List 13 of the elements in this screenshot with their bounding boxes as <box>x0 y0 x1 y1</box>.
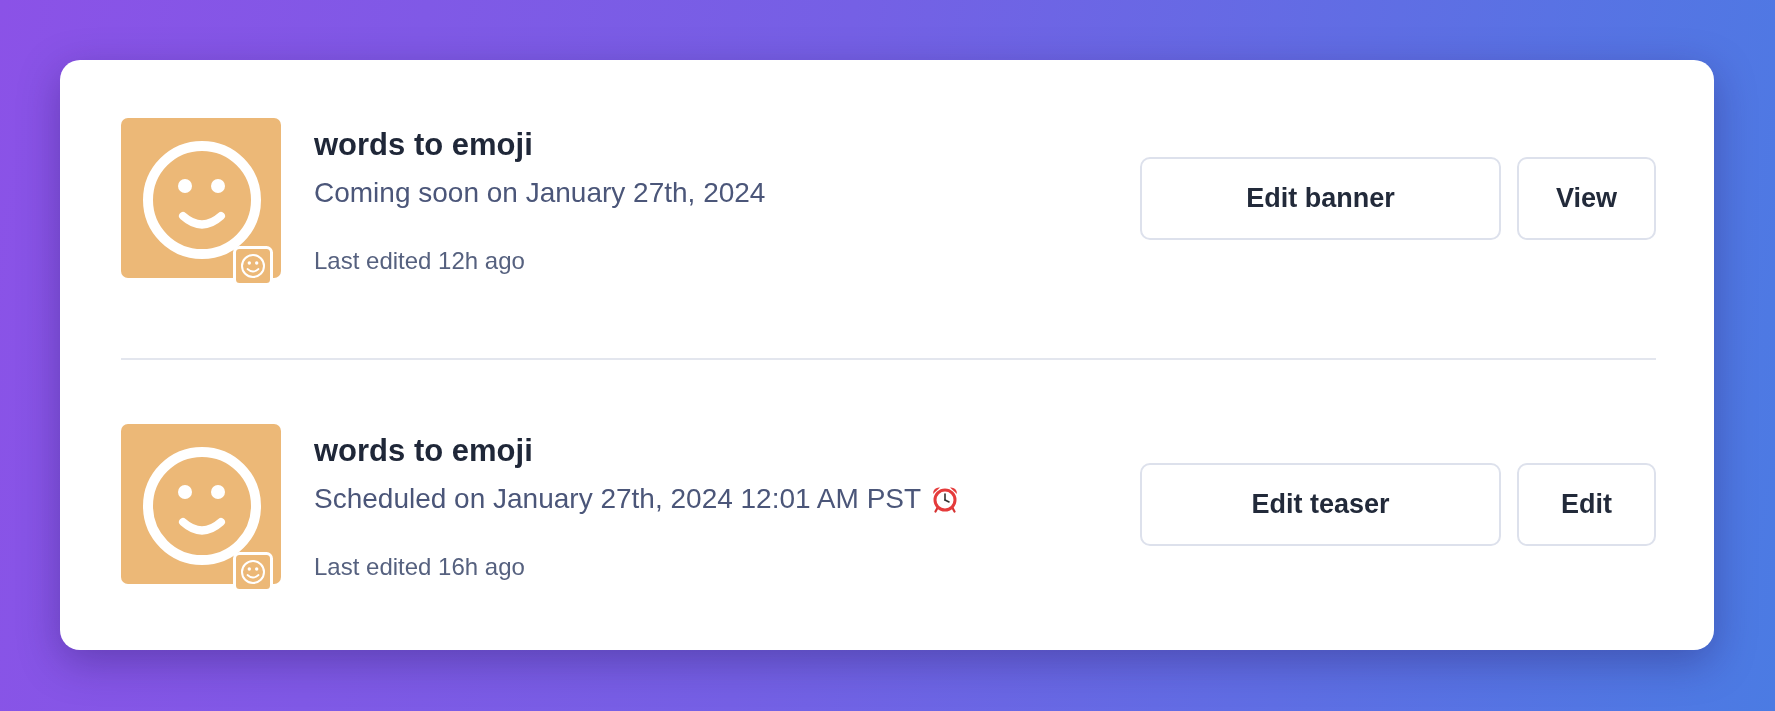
edit-button[interactable]: Edit teaser <box>1140 462 1501 546</box>
edit-button[interactable]: Edit banner <box>1140 156 1501 240</box>
status-text: Scheduled on January 27th, 2024 12:01 AM PST <box>314 482 922 516</box>
smiley-face-icon <box>143 140 261 259</box>
last-edited-text: Last edited 12h ago <box>314 246 525 276</box>
smiley-face-icon <box>143 446 261 565</box>
item-title: words to emoji <box>314 127 533 163</box>
action-button[interactable]: View <box>1517 156 1656 240</box>
last-edited-text: Last edited 16h ago <box>314 552 525 582</box>
item-title: words to emoji <box>314 433 533 469</box>
alarm-clock-icon <box>931 485 960 513</box>
action-button[interactable]: Edit <box>1517 462 1656 546</box>
status-text: Coming soon on January 27th, 2024 <box>314 176 766 210</box>
